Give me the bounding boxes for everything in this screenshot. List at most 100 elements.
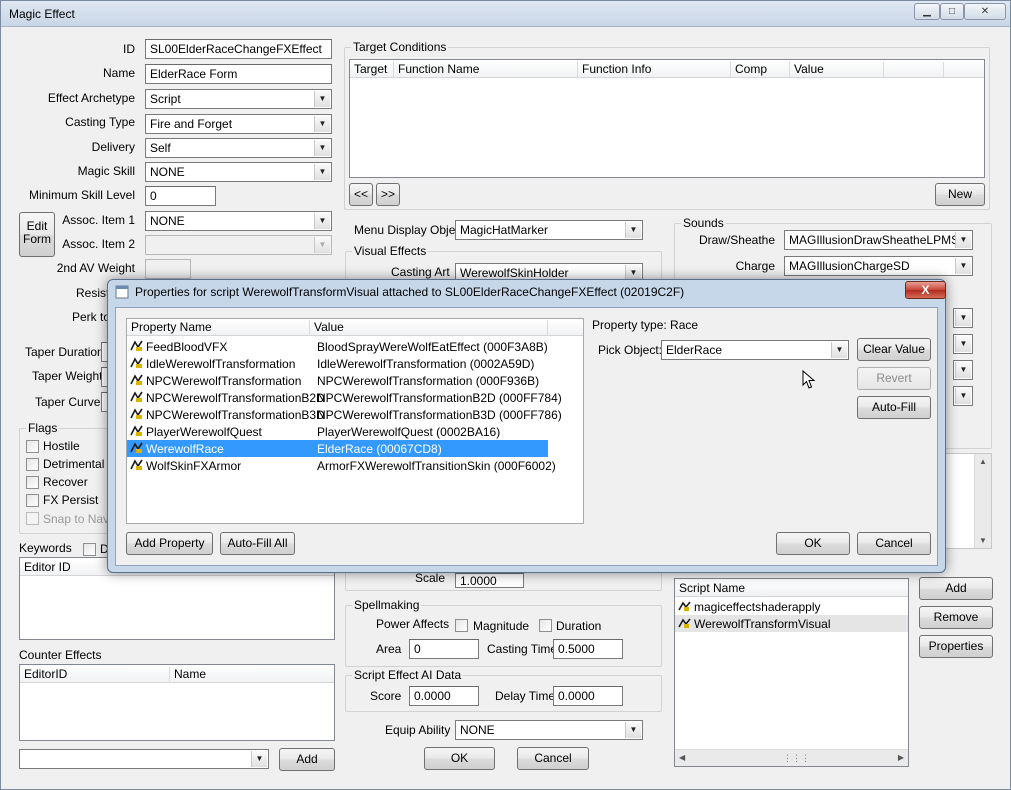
dialog-ok-button[interactable]: OK [776,532,850,555]
name-field[interactable]: ElderRace Form [145,64,332,84]
table-row[interactable]: WolfSkinFXArmor ArmorFXWerewolfTransition… [127,457,556,474]
dialog-cancel-button[interactable]: Cancel [857,532,931,555]
equip-ability-dropdown[interactable]: NONE ▼ [455,720,643,740]
keywords-checkbox[interactable] [83,543,96,556]
scrollbar[interactable]: ▲ ▼ [974,454,991,548]
scrollbar[interactable]: ◀ ⋮⋮⋮ ▶ [675,749,908,766]
col-value[interactable]: Value [310,320,548,336]
remove-script-button[interactable]: Remove [919,606,993,629]
col-comp[interactable]: Comp [731,62,790,78]
col-property-name[interactable]: Property Name [127,320,310,336]
col-target[interactable]: Target [350,62,394,78]
add-script-button[interactable]: Add [919,577,993,600]
table-row-selected[interactable]: WerewolfRace ElderRace (00067CD8) [127,440,548,457]
script-name: magiceffectshaderapply [694,600,821,614]
list-item[interactable]: magiceffectshaderapply [675,598,908,615]
magnitude-checkbox[interactable] [455,619,468,632]
chevron-down-icon: ▼ [314,116,330,132]
hostile-checkbox[interactable] [26,440,39,453]
casting-time-field[interactable]: 0.5000 [553,639,623,659]
col-value[interactable]: Value [790,62,884,78]
col-function-name[interactable]: Function Name [394,62,578,78]
casting-art-dropdown[interactable]: WerewolfSkinHolder ▼ [455,263,643,280]
pick-object-dropdown[interactable]: ElderRace ▼ [661,340,849,360]
scroll-down-icon: ▼ [979,536,987,545]
properties-button[interactable]: Properties [919,635,993,658]
maximize-button[interactable]: □ [940,3,964,20]
score-field[interactable]: 0.0000 [409,686,479,706]
sound-dropdown-5[interactable]: ▼ [953,334,973,354]
clear-value-button[interactable]: Clear Value [857,338,931,361]
table-row[interactable]: NPCWerewolfTransformationB3D NPCWerewolfT… [127,406,562,423]
auto-fill-button[interactable]: Auto-Fill [857,396,931,419]
edit-form-button[interactable]: Edit Form [19,212,55,257]
fx-persist-checkbox[interactable] [26,494,39,507]
counter-effects-list[interactable]: EditorID Name [19,664,335,741]
min-skill-field[interactable]: 0 [145,186,216,206]
magic-skill-label: Magic Skill [77,164,135,178]
dialog-title: Properties for script WerewolfTransformV… [135,285,685,299]
scale-field[interactable]: 1.0000 [455,573,524,588]
draw-sheathe-dropdown[interactable]: MAGIllusionDrawSheatheLPMSD ▼ [784,230,973,250]
casting-art-label: Casting Art [391,265,450,279]
table-row[interactable]: NPCWerewolfTransformation NPCWerewolfTran… [127,372,548,389]
charge-value: MAGIllusionChargeSD [789,259,910,273]
ok-button[interactable]: OK [424,747,495,770]
snap-navmesh-checkbox[interactable] [26,512,39,525]
assoc1-dropdown[interactable]: NONE ▼ [145,211,332,231]
counter-col-name[interactable]: Name [170,667,334,683]
list-item[interactable]: WerewolfTransformVisual [675,615,908,632]
detrimental-checkbox[interactable] [26,458,39,471]
menu-display-value: MagicHatMarker [460,223,549,237]
delay-time-field[interactable]: 0.0000 [553,686,623,706]
property-list[interactable]: Property Name Value FeedBloodVFX BloodSpr… [126,318,584,524]
archetype-dropdown[interactable]: Script ▼ [145,89,332,109]
av-weight-field[interactable] [145,259,191,279]
scripts-list[interactable]: Script Name magiceffectshaderapply Werew… [674,578,909,767]
next-condition-button[interactable]: >> [376,183,400,206]
minimize-button[interactable]: ▁ [914,3,940,20]
counter-add-button[interactable]: Add [279,748,335,771]
revert-button[interactable]: Revert [857,367,931,390]
delivery-dropdown[interactable]: Self ▼ [145,138,332,158]
duration-checkbox[interactable] [539,619,552,632]
menu-display-dropdown[interactable]: MagicHatMarker ▼ [455,220,643,240]
cancel-button[interactable]: Cancel [517,747,589,770]
property-value: PlayerWerewolfQuest (0002BA16) [317,425,501,439]
magic-skill-dropdown[interactable]: NONE ▼ [145,162,332,182]
counter-effect-dropdown[interactable]: ▼ [19,749,269,769]
table-row[interactable]: PlayerWerewolfQuest PlayerWerewolfQuest (… [127,423,548,440]
taper-weight-label: Taper Weight [32,369,103,383]
col-function-info[interactable]: Function Info [578,62,731,78]
script-property-icon [130,442,143,453]
add-property-button[interactable]: Add Property [126,532,213,555]
delay-time-label: Delay Time [495,689,556,703]
sound-dropdown-4[interactable]: ▼ [953,308,973,328]
new-condition-button[interactable]: New [935,183,985,206]
chevron-down-icon: ▼ [314,213,330,229]
archetype-label: Effect Archetype [47,91,135,105]
casting-type-dropdown[interactable]: Fire and Forget ▼ [145,114,332,134]
auto-fill-all-button[interactable]: Auto-Fill All [220,532,295,555]
sound-dropdown-6[interactable]: ▼ [953,360,973,380]
counter-col-editorid[interactable]: EditorID [20,667,170,683]
table-row[interactable]: FeedBloodVFX BloodSprayWereWolfEatEffect … [127,338,548,355]
sound-dropdown-7[interactable]: ▼ [953,386,973,406]
area-field[interactable]: 0 [409,639,479,659]
assoc2-dropdown[interactable]: ▼ [145,235,332,255]
prev-condition-button[interactable]: << [349,183,373,206]
property-value: IdleWerewolfTransformation (0002A59D) [317,357,535,371]
detrimental-label: Detrimental [43,457,105,471]
table-row[interactable]: NPCWerewolfTransformationB2D NPCWerewolfT… [127,389,562,406]
dialog-close-button[interactable]: X [905,281,946,299]
casting-time-label: Casting Time [487,642,558,656]
magic-skill-value: NONE [150,165,185,179]
window-close-button[interactable]: ✕ [964,3,1006,20]
recover-checkbox[interactable] [26,476,39,489]
conditions-list[interactable]: Target Function Name Function Info Comp … [349,59,985,178]
col-script-name[interactable]: Script Name [675,581,908,597]
property-value: NPCWerewolfTransformationB3D (000FF786) [317,408,562,422]
charge-dropdown[interactable]: MAGIllusionChargeSD ▼ [784,256,973,276]
table-row[interactable]: IdleWerewolfTransformation IdleWerewolfTr… [127,355,548,372]
id-field[interactable]: SL00ElderRaceChangeFXEffect [145,39,332,59]
